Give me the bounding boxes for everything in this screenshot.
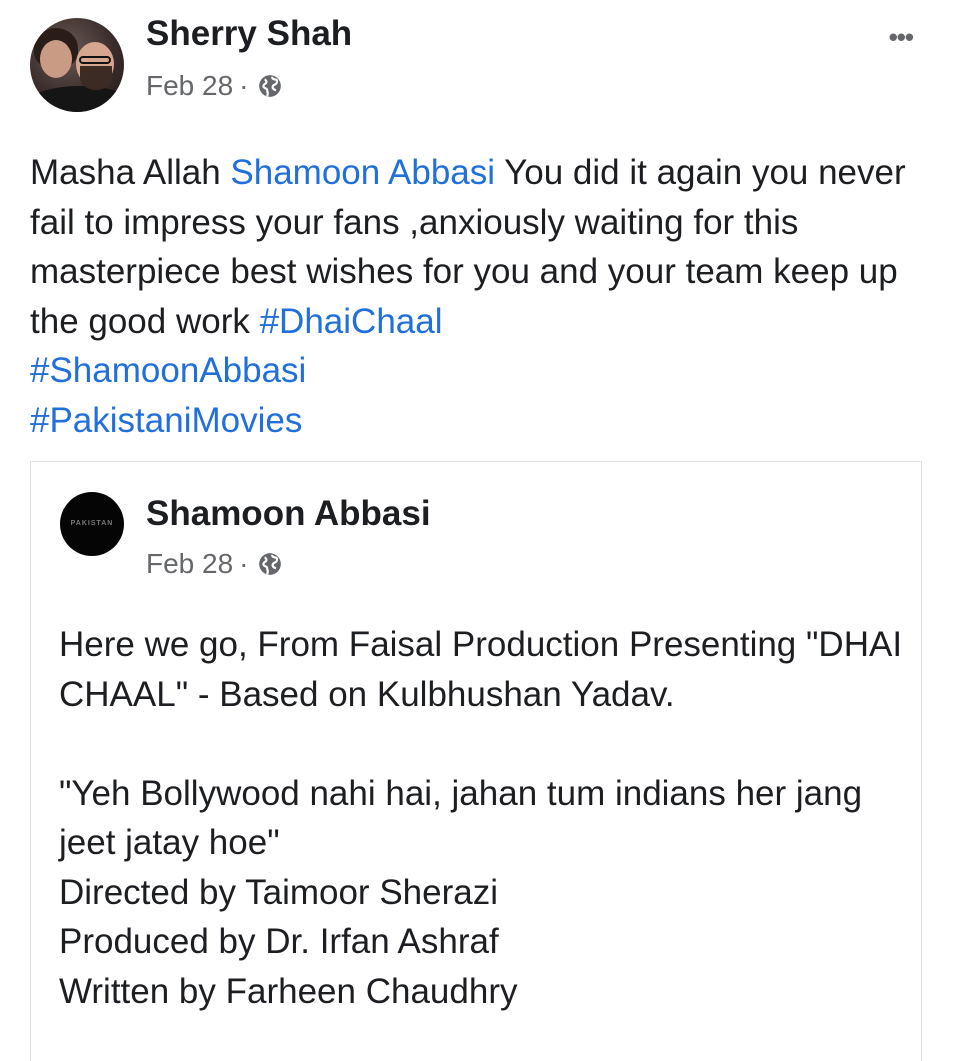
shared-directed: Directed by Taimoor Sherazi (59, 872, 498, 912)
mention-link[interactable]: Shamoon Abbasi (230, 153, 495, 192)
shared-quote: "Yeh Bollywood nahi hai, jahan tum india… (59, 773, 863, 863)
globe-icon (258, 75, 281, 97)
avatar-beard (80, 66, 112, 90)
avatar-logo-text: PAKISTAN (70, 520, 114, 527)
avatar-glasses (79, 56, 111, 64)
shared-post-card[interactable]: PAKISTAN Shamoon Abbasi Feb 28 · Here we… (30, 461, 922, 1061)
post-meta: Feb 28 · (146, 70, 283, 102)
more-options-icon[interactable]: ••• (889, 22, 914, 53)
meta-separator: · (239, 548, 249, 579)
shared-post-text: Here we go, From Faisal Production Prese… (59, 620, 909, 1016)
shared-author-avatar[interactable]: PAKISTAN (60, 492, 124, 556)
author-name[interactable]: Sherry Shah (146, 14, 352, 54)
shared-written: Written by Farheen Chaudhry (59, 971, 518, 1011)
author-avatar[interactable] (30, 18, 124, 112)
meta-separator: · (239, 70, 249, 101)
post-header: Sherry Shah Feb 28 · ••• (0, 0, 953, 130)
post-text: Masha Allah Shamoon Abbasi You did it ag… (30, 148, 930, 445)
hashtag-link[interactable]: #ShamoonAbbasi (30, 351, 306, 390)
shared-produced: Produced by Dr. Irfan Ashraf (59, 922, 499, 961)
shared-post-meta: Feb 28 · (146, 548, 283, 580)
post-text-prefix: Masha Allah (30, 153, 231, 192)
avatar-shoulders (30, 86, 124, 112)
globe-icon (258, 553, 281, 575)
post-date[interactable]: Feb 28 (146, 70, 233, 102)
hashtag-link[interactable]: #DhaiChaal (260, 302, 443, 341)
shared-post-date[interactable]: Feb 28 (146, 548, 233, 580)
hashtag-link[interactable]: #PakistaniMovies (30, 401, 302, 440)
avatar-face-left (40, 40, 72, 78)
shared-author-name[interactable]: Shamoon Abbasi (146, 494, 431, 534)
shared-paragraph: Here we go, From Faisal Production Prese… (59, 625, 903, 714)
